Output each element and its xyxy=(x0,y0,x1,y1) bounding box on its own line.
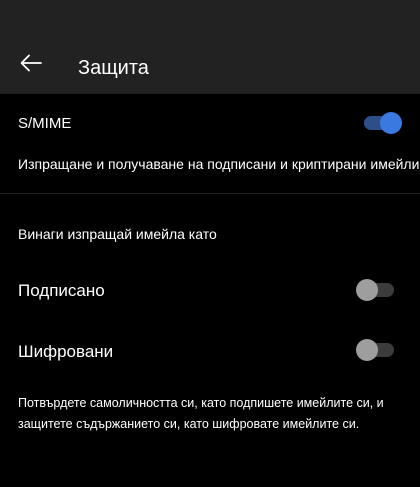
smime-toggle[interactable] xyxy=(364,112,402,134)
encrypted-label: Шифровани xyxy=(18,342,114,361)
section-divider xyxy=(0,193,420,194)
encrypted-toggle[interactable] xyxy=(356,339,394,361)
signed-label: Подписано xyxy=(18,281,105,300)
signed-toggle-knob xyxy=(356,279,378,301)
page-title: Защита xyxy=(78,57,149,79)
app-header: Защита xyxy=(0,0,420,94)
signed-toggle[interactable] xyxy=(356,279,394,301)
footer-description: Потвърдете самоличността си, като подпиш… xyxy=(18,396,384,431)
always-send-section-label: Винаги изпращай имейла като xyxy=(18,226,217,242)
encrypted-toggle-knob xyxy=(356,339,378,361)
back-button[interactable] xyxy=(12,44,50,82)
smime-description: Изпращане и получаване на подписани и кр… xyxy=(18,156,420,172)
smime-label: S/MIME xyxy=(18,115,72,132)
smime-toggle-knob xyxy=(380,112,402,134)
arrow-left-icon xyxy=(20,54,42,72)
